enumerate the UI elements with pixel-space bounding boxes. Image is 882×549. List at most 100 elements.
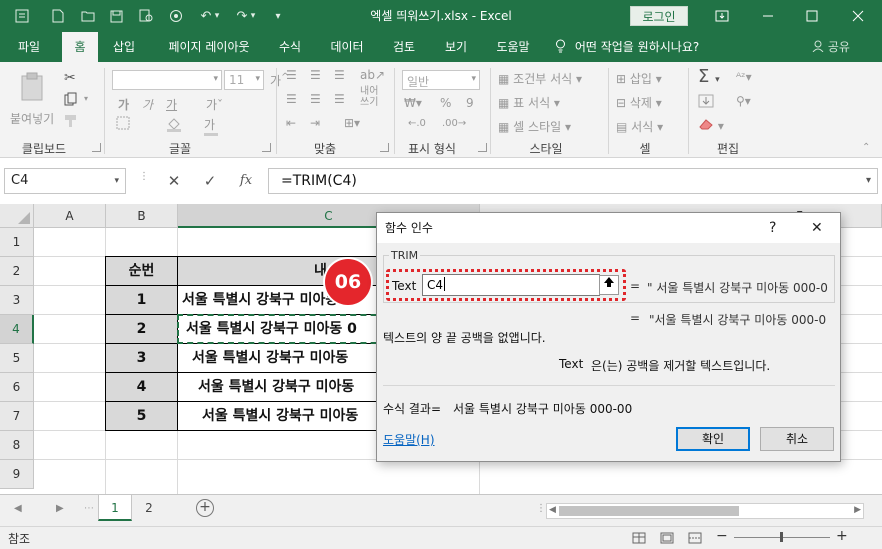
login-button[interactable]: 로그인 (630, 6, 688, 26)
expand-formula-icon[interactable]: ▾ (866, 169, 871, 193)
normal-view-icon[interactable] (632, 532, 646, 547)
font-color-icon[interactable]: 가 (204, 116, 218, 136)
bold-button[interactable]: 가 (118, 96, 129, 113)
collapse-ribbon-icon[interactable]: ⌃ (862, 142, 870, 153)
open-icon[interactable] (74, 0, 102, 32)
fill-icon[interactable] (698, 94, 714, 111)
zoom-out-icon[interactable]: − (716, 528, 728, 544)
sheet-next-icon[interactable]: ▶ (56, 503, 64, 514)
table-row-address[interactable]: 서울 특별시 강북구 미아동 (177, 401, 397, 431)
increase-decimal-icon[interactable]: ←.0 (408, 118, 426, 129)
argument-input[interactable]: C4 (422, 274, 600, 296)
table-format-button[interactable]: ▦ 표 서식 ▾ (498, 94, 560, 111)
ok-button[interactable]: 확인 (676, 427, 750, 451)
borders-icon[interactable] (116, 116, 130, 133)
table-row-number[interactable]: 3 (105, 343, 178, 373)
table-row-number[interactable]: 5 (105, 401, 178, 431)
split-grip-icon[interactable]: ⋮ (536, 503, 546, 514)
collapse-dialog-icon[interactable] (599, 275, 619, 295)
cancel-icon[interactable]: ✕ (161, 168, 187, 194)
select-all-corner[interactable] (0, 204, 34, 228)
print-preview-icon[interactable] (132, 0, 160, 32)
row-header-5[interactable]: 5 (0, 344, 34, 373)
align-middle-icon[interactable]: ☰ (310, 68, 321, 82)
insert-cells-button[interactable]: ⊞ 삽입 ▾ (616, 70, 662, 87)
strike-icon[interactable]: 가ˇ (206, 96, 223, 113)
tab-file[interactable]: 파일 (6, 32, 52, 62)
close-icon[interactable]: ✕ (811, 213, 823, 243)
name-box-dropdown-icon[interactable]: ▾ (114, 169, 119, 193)
row-header-2[interactable]: 2 (0, 257, 34, 286)
align-right-icon[interactable]: ☰ (334, 92, 345, 106)
autosum-icon[interactable]: Σ ▾ (698, 66, 720, 87)
sheet-prev-icon[interactable]: ◀ (14, 503, 22, 514)
page-layout-icon[interactable] (660, 532, 674, 547)
scroll-thumb[interactable] (559, 506, 739, 516)
add-sheet-icon[interactable]: + (196, 499, 214, 517)
row-header-9[interactable]: 9 (0, 460, 34, 489)
find-select-icon[interactable]: ⚲▾ (736, 94, 751, 108)
paste-button[interactable]: 붙여넣기 (10, 70, 56, 130)
table-row-number[interactable]: 1 (105, 285, 178, 315)
ribbon-display-icon[interactable] (700, 0, 744, 32)
decrease-indent-icon[interactable]: ⇤ (286, 116, 296, 130)
enter-icon[interactable]: ✓ (197, 168, 223, 194)
sheet-tab-1[interactable]: 1 (98, 495, 132, 521)
align-left-icon[interactable]: ☰ (286, 92, 297, 106)
zoom-in-icon[interactable]: + (836, 528, 848, 544)
number-format-combo[interactable]: 일반 ▾ (402, 70, 480, 90)
alignment-launcher-icon[interactable] (380, 143, 389, 152)
sort-filter-icon[interactable]: ᴬᶻ▾ (736, 70, 752, 84)
table-header-number[interactable]: 순번 (105, 256, 178, 286)
redo-dropdown-icon[interactable]: ▾ (246, 0, 260, 32)
help-icon[interactable]: ? (769, 213, 776, 243)
minimize-icon[interactable] (746, 0, 790, 32)
copy-dropdown-icon[interactable]: ▾ (84, 94, 88, 103)
new-file-icon[interactable] (44, 0, 72, 32)
row-header-6[interactable]: 6 (0, 373, 34, 402)
format-painter-icon[interactable] (64, 114, 78, 131)
touch-mode-icon[interactable] (162, 0, 190, 32)
font-name-combo[interactable]: ▾ (112, 70, 222, 90)
table-row-address[interactable]: 서울 특별시 강북구 미아동 (177, 372, 397, 402)
clipboard-launcher-icon[interactable] (92, 143, 101, 152)
conditional-format-button[interactable]: ▦ 조건부 서식 ▾ (498, 70, 582, 87)
align-bottom-icon[interactable]: ☰ (334, 68, 345, 82)
tab-insert[interactable]: 삽입 (104, 32, 144, 62)
row-header-1[interactable]: 1 (0, 228, 34, 257)
clear-icon[interactable]: ▾ (698, 118, 724, 133)
table-row-address[interactable]: 서울 특별시 강북구 미아동 (177, 343, 397, 373)
fill-color-icon[interactable] (166, 116, 182, 135)
insert-function-icon[interactable]: fx (233, 168, 259, 194)
row-header-3[interactable]: 3 (0, 286, 34, 315)
page-break-icon[interactable] (688, 532, 702, 547)
row-header-7[interactable]: 7 (0, 402, 34, 431)
formula-input[interactable]: =TRIM(C4) ▾ (268, 168, 878, 194)
share-button[interactable]: 공유 (812, 32, 850, 62)
table-row-number[interactable]: 2 (105, 314, 178, 344)
table-row-number[interactable]: 4 (105, 372, 178, 402)
scroll-right-icon[interactable]: ▶ (854, 505, 861, 515)
number-launcher-icon[interactable] (478, 143, 487, 152)
save-icon[interactable] (102, 0, 130, 32)
delete-cells-button[interactable]: ⊟ 삭제 ▾ (616, 94, 662, 111)
tab-help[interactable]: 도움말 (488, 32, 538, 62)
tab-review[interactable]: 검토 (384, 32, 424, 62)
row-header-4[interactable]: 4 (0, 315, 34, 344)
horizontal-scrollbar[interactable]: ◀ ▶ (546, 503, 864, 519)
cell-styles-button[interactable]: ▦ 셀 스타일 ▾ (498, 118, 571, 135)
cancel-button[interactable]: 취소 (760, 427, 834, 451)
copy-icon[interactable] (64, 92, 78, 109)
autosave-icon[interactable] (8, 0, 36, 32)
sheet-tab-2[interactable]: 2 (132, 495, 166, 521)
sheet-more-icon[interactable]: ⋯ (84, 503, 94, 514)
maximize-icon[interactable] (790, 0, 834, 32)
tab-view[interactable]: 보기 (436, 32, 476, 62)
scroll-left-icon[interactable]: ◀ (549, 505, 556, 515)
comma-button[interactable]: 9 (466, 96, 474, 110)
percent-button[interactable]: % (440, 96, 451, 110)
column-header-b[interactable]: B (106, 204, 178, 228)
name-box[interactable]: C4 ▾ (4, 168, 126, 194)
wrap-text-button[interactable]: 내어 쓰기 (360, 86, 378, 108)
customize-qat-icon[interactable]: ▾ (264, 0, 292, 32)
